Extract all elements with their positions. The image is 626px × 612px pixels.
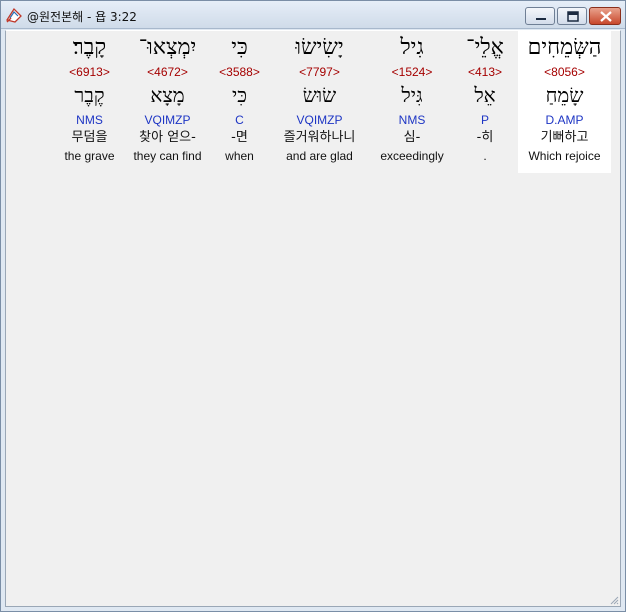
english-gloss: and are glad <box>286 149 353 163</box>
hebrew-word: כִּי <box>231 35 248 60</box>
korean-gloss: -면 <box>231 130 248 145</box>
bible-app-icon[interactable] <box>5 6 23 24</box>
hebrew-word: קָבֶר׃ <box>72 35 107 60</box>
word-column-6[interactable]: יִמְצְאוּ־ <4672> מָצָא VQIMZP 찾아 얻으- th… <box>124 31 211 173</box>
word-column-4[interactable]: יָשִׂישׂוּ <7797> שׂוּשׂ VQIMZP 즐거워하나니 a… <box>268 31 371 173</box>
korean-gloss: 무덤을 <box>71 130 108 145</box>
english-gloss: when <box>225 149 254 163</box>
strong-number-link[interactable]: <1524> <box>372 65 452 79</box>
morphology-code[interactable]: P <box>453 113 517 127</box>
hebrew-lemma: שׂוּשׂ <box>302 83 337 107</box>
hebrew-lemma: שָׂמֵחַ <box>545 83 584 107</box>
strong-number-link[interactable]: <7797> <box>268 65 371 79</box>
word-column-1[interactable]: הַשְּׂמֵחִים <8056> שָׂמֵחַ D.AMP 기뻐하고 W… <box>518 31 611 173</box>
hebrew-word: יִמְצְאוּ־ <box>138 35 197 60</box>
hebrew-lemma: אֵל <box>474 83 496 107</box>
hebrew-word: הַשְּׂמֵחִים <box>527 35 602 60</box>
strong-number-link[interactable]: <6913> <box>56 65 123 79</box>
korean-gloss: 심- <box>403 130 421 145</box>
korean-gloss: -히 <box>476 130 494 145</box>
morphology-code[interactable]: NMS <box>56 113 123 127</box>
strong-number-link[interactable]: <3588> <box>212 65 267 79</box>
english-gloss: they can find <box>133 149 202 163</box>
strong-number-link[interactable]: <413> <box>453 65 517 79</box>
interlinear-view[interactable]: הַשְּׂמֵחִים <8056> שָׂמֵחַ D.AMP 기뻐하고 W… <box>5 30 621 607</box>
morphology-code[interactable]: NMS <box>372 113 452 127</box>
title-bar[interactable]: @원전본해 - 욥 3:22 <box>1 1 625 29</box>
korean-gloss: 찾아 얻으- <box>139 130 196 145</box>
english-gloss: Which rejoice <box>528 149 601 163</box>
english-gloss: . <box>483 149 487 163</box>
hebrew-lemma: מָצָא <box>150 83 185 107</box>
word-column-7[interactable]: קָבֶר׃ <6913> קֶבֶר NMS 무덤을 the grave <box>56 31 123 173</box>
english-gloss: the grave <box>64 149 115 163</box>
hebrew-word: יָשִׂישׂוּ <box>295 35 344 60</box>
strong-number-link[interactable]: <4672> <box>124 65 211 79</box>
interlinear-word-row: הַשְּׂמֵחִים <8056> שָׂמֵחַ D.AMP 기뻐하고 W… <box>6 31 620 176</box>
word-column-2[interactable]: אֱלֵי־ <413> אֵל P -히 . <box>453 31 517 173</box>
hebrew-lemma: גִּיל <box>401 83 423 107</box>
minimize-icon <box>536 18 546 20</box>
morphology-code[interactable]: VQIMZP <box>268 113 371 127</box>
close-button[interactable] <box>589 7 621 25</box>
strong-number-link[interactable]: <8056> <box>518 65 611 79</box>
app-window: @원전본해 - 욥 3:22 הַשְּׂמֵחִים <8056> שָׂמֵ… <box>0 0 626 612</box>
maximize-icon <box>567 11 579 22</box>
morphology-code[interactable]: D.AMP <box>518 113 611 127</box>
minimize-button[interactable] <box>525 7 555 25</box>
korean-gloss: 기뻐하고 <box>540 130 589 145</box>
morphology-code[interactable]: C <box>212 113 267 127</box>
resize-grip-icon[interactable] <box>609 595 619 605</box>
hebrew-word: אֱלֵי־ <box>466 35 504 60</box>
hebrew-lemma: קֶבֶר <box>74 83 105 107</box>
english-gloss: exceedingly <box>380 149 444 163</box>
window-title: @원전본해 - 욥 3:22 <box>27 10 137 24</box>
maximize-button[interactable] <box>557 7 587 25</box>
hebrew-lemma: כִּי <box>231 83 248 107</box>
hebrew-word: גִיל <box>400 35 424 60</box>
morphology-code[interactable]: VQIMZP <box>124 113 211 127</box>
word-column-3[interactable]: גִיל <1524> גִּיל NMS 심- exceedingly <box>372 31 452 173</box>
word-column-5[interactable]: כִּי <3588> כִּי C -면 when <box>212 31 267 173</box>
close-icon <box>600 11 612 22</box>
korean-gloss: 즐거워하나니 <box>283 130 356 145</box>
